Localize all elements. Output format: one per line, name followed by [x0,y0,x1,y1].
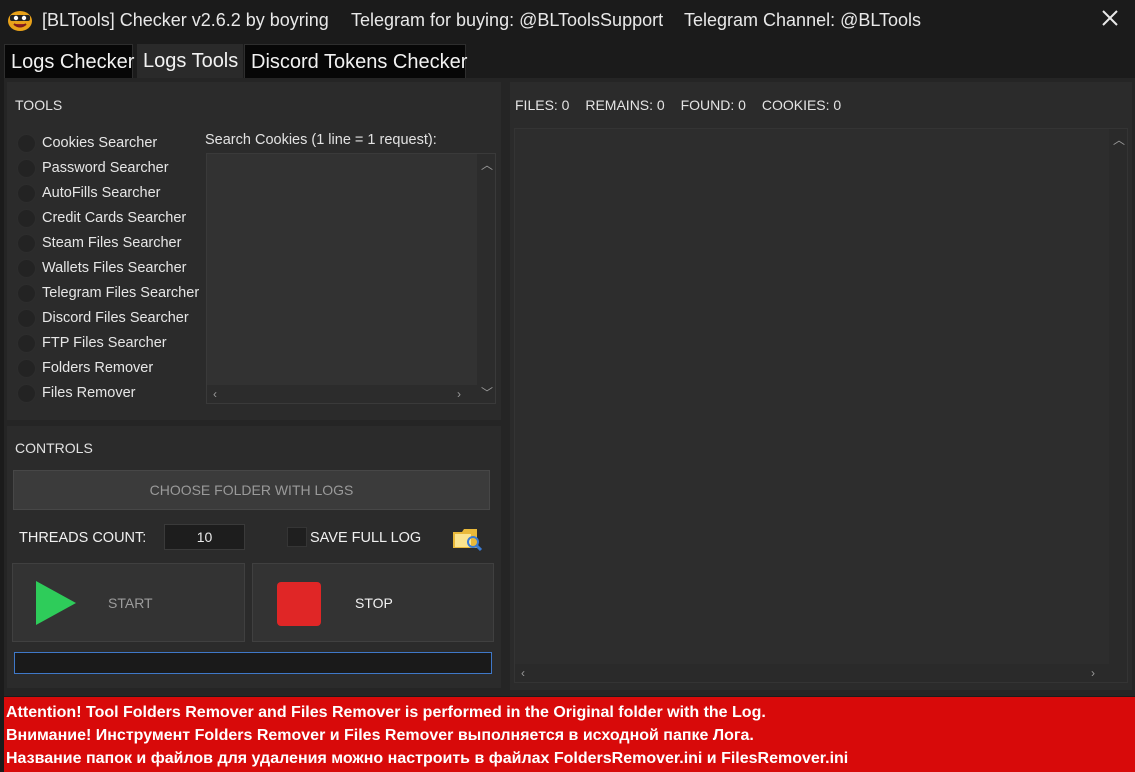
telegram-buying-text: Telegram for buying: @BLToolsSupport [351,10,664,30]
scroll-right-icon[interactable]: › [457,388,461,400]
tools-panel: TOOLS Cookies Searcher Password Searcher… [7,82,501,420]
tab-bar: Logs Checker Logs Tools Discord Tokens C… [0,40,1135,78]
vertical-scrollbar[interactable]: ︿ [1109,129,1127,682]
radio-label: Discord Files Searcher [42,310,189,326]
choose-folder-button[interactable]: CHOOSE FOLDER WITH LOGS [13,470,490,510]
radio-button[interactable] [17,308,36,328]
scroll-up-icon[interactable]: ︿ [481,159,493,171]
scroll-right-icon[interactable]: › [1091,667,1095,679]
start-label: START [108,595,153,611]
threads-count-input[interactable] [164,524,245,550]
radio-steam-files-searcher[interactable]: Steam Files Searcher [17,233,181,253]
stop-label: STOP [355,595,393,611]
radio-credit-cards-searcher[interactable]: Credit Cards Searcher [17,208,186,228]
scroll-down-icon[interactable]: ﹀ [481,387,493,399]
scroll-up-icon[interactable]: ︿ [1113,134,1125,146]
radio-button[interactable] [17,233,36,253]
alert-line-config-note: Название папок и файлов для удаления мож… [6,750,849,767]
radio-label: Folders Remover [42,360,154,376]
radio-label: AutoFills Searcher [42,185,161,201]
radio-label: Telegram Files Searcher [42,285,200,301]
remains-count: REMAINS: 0 [585,97,665,113]
radio-label: Files Remover [42,385,136,401]
radio-label: Steam Files Searcher [42,235,182,251]
radio-button[interactable] [17,158,36,178]
stop-button[interactable]: STOP [252,563,494,642]
tab-discord-tokens-checker[interactable]: Discord Tokens Checker [244,44,467,78]
alert-line-russian: Внимание! Инструмент Folders Remover и F… [6,727,754,744]
tools-header: TOOLS [15,97,63,113]
radio-button[interactable] [17,283,36,303]
tab-logs-checker[interactable]: Logs Checker [4,44,134,78]
radio-label: Credit Cards Searcher [42,210,187,226]
radio-password-searcher[interactable]: Password Searcher [17,158,169,178]
vertical-scrollbar[interactable]: ︿ ﹀ [477,154,495,403]
play-icon [36,581,76,625]
telegram-channel-text: Telegram Channel: @BLTools [684,10,922,30]
radio-button[interactable] [17,208,36,228]
stop-icon [277,582,321,626]
alert-line-english: Attention! Tool Folders Remover and File… [6,704,766,721]
scroll-left-icon[interactable]: ‹ [213,388,217,400]
radio-button[interactable] [17,383,36,403]
radio-button[interactable] [17,258,36,278]
tab-logs-tools[interactable]: Logs Tools [137,44,243,78]
window-title: [BLTools] Checker v2.6.2 by boyring [42,10,329,30]
log-output-textarea[interactable]: ︿ ‹ › [514,128,1128,683]
radio-label: FTP Files Searcher [42,335,167,351]
radio-discord-files-searcher[interactable]: Discord Files Searcher [17,308,189,328]
start-button[interactable]: START [12,563,245,642]
open-folder-search-icon[interactable] [451,523,483,553]
radio-cookies-searcher[interactable]: Cookies Searcher [17,133,157,153]
horizontal-scrollbar[interactable]: ‹ › [515,664,1109,682]
radio-wallets-files-searcher[interactable]: Wallets Files Searcher [17,258,187,278]
radio-autofills-searcher[interactable]: AutoFills Searcher [17,183,160,203]
app-logo-icon [8,11,32,31]
title-bar: [BLTools] Checker v2.6.2 by boyring Tele… [0,0,1135,40]
controls-panel [7,426,501,688]
radio-label: Password Searcher [42,160,169,176]
radio-files-remover[interactable]: Files Remover [17,383,135,403]
threads-count-label: THREADS COUNT: [19,530,147,546]
attention-banner: Attention! Tool Folders Remover and File… [4,697,1135,772]
radio-folders-remover[interactable]: Folders Remover [17,358,153,378]
radio-button[interactable] [17,333,36,353]
radio-label: Wallets Files Searcher [42,260,187,276]
save-full-log-checkbox[interactable] [287,527,307,547]
scroll-left-icon[interactable]: ‹ [521,667,525,679]
cookies-count: COOKIES: 0 [761,97,842,113]
radio-label: Cookies Searcher [42,135,158,151]
save-full-log-label: SAVE FULL LOG [310,530,422,546]
horizontal-scrollbar[interactable]: ‹ › [207,385,477,403]
radio-button[interactable] [17,183,36,203]
search-cookies-label: Search Cookies (1 line = 1 request): [205,132,437,148]
radio-ftp-files-searcher[interactable]: FTP Files Searcher [17,333,167,353]
main-content: TOOLS Cookies Searcher Password Searcher… [4,78,1135,696]
files-count: FILES: 0 [515,97,570,113]
radio-button[interactable] [17,358,36,378]
controls-header: CONTROLS [15,440,93,456]
progress-bar [14,652,492,674]
stats-bar: FILES: 0 REMAINS: 0 FOUND: 0 COOKIES: 0 [515,97,853,113]
search-requests-textarea[interactable]: ︿ ﹀ ‹ › [206,153,496,404]
close-icon[interactable] [1099,7,1121,29]
radio-telegram-files-searcher[interactable]: Telegram Files Searcher [17,283,199,303]
found-count: FOUND: 0 [680,97,746,113]
radio-button[interactable] [17,133,36,153]
